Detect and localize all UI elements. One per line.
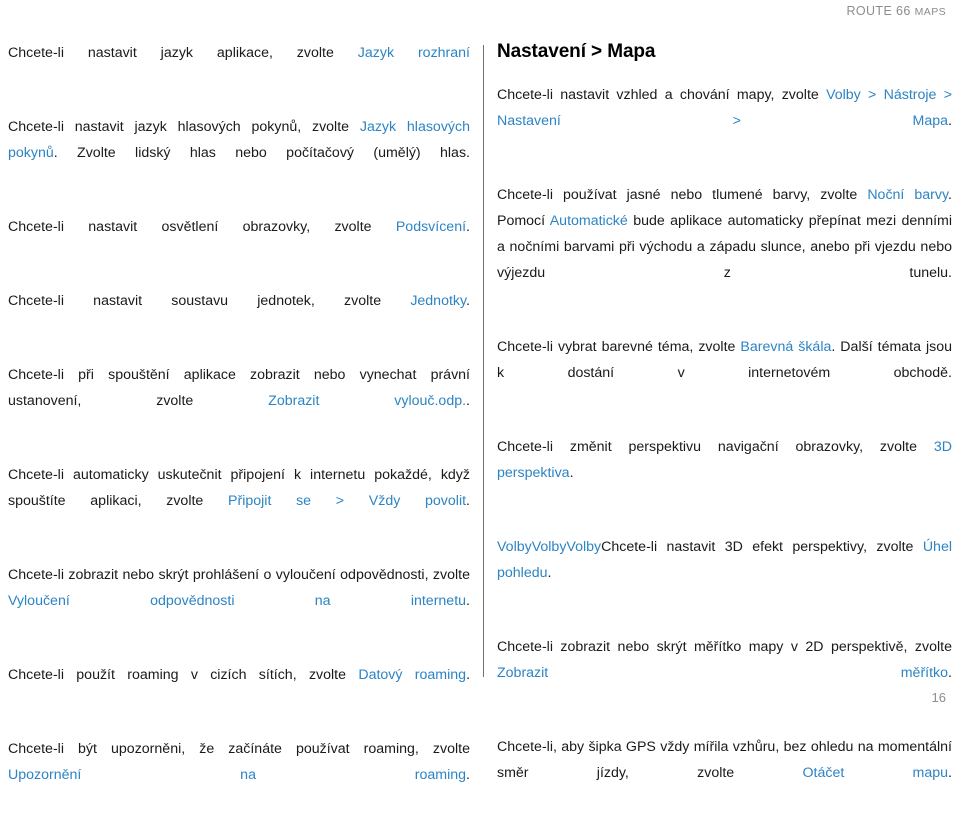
paragraph-text: . bbox=[948, 665, 952, 681]
paragraph-text: . Zvolte lidský hlas nebo počítačový (um… bbox=[53, 145, 470, 161]
setting-link[interactable]: Automatické bbox=[550, 213, 628, 229]
paragraph-voice-language: Chcete-li nastavit jazyk hlasových pokyn… bbox=[8, 114, 470, 192]
paragraph-data-roaming: Chcete-li použít roaming v cizích sítích… bbox=[8, 662, 470, 714]
paragraph-text: Chcete-li zobrazit nebo skrýt prohlášení… bbox=[8, 567, 470, 583]
paragraph-text: Chcete-li změnit perspektivu navigační o… bbox=[497, 439, 934, 455]
paragraph-text: . bbox=[569, 465, 574, 481]
paragraph-units: Chcete-li nastavit soustavu jednotek, zv… bbox=[8, 288, 470, 340]
paragraph-text: . bbox=[466, 767, 470, 783]
setting-link[interactable]: Vyloučení odpovědnosti na internetu bbox=[8, 593, 466, 609]
paragraph-text: . bbox=[466, 593, 470, 609]
paragraph-interface-language: Chcete-li nastavit jazyk aplikace, zvolt… bbox=[8, 40, 470, 92]
paragraph-text: . bbox=[466, 219, 470, 235]
paragraph-text: . bbox=[948, 765, 952, 781]
paragraph-rotate-map: Chcete-li, aby šipka GPS vždy mířila vzh… bbox=[497, 734, 952, 812]
paragraph-text: Chcete-li nastavit jazyk aplikace, zvolt… bbox=[8, 45, 358, 61]
paragraph-show-scale: Chcete-li zobrazit nebo skrýt měřítko ma… bbox=[497, 634, 952, 712]
paragraph-text: Chcete-li nastavit vzhled a chování mapy… bbox=[497, 87, 827, 103]
paragraph-text: Chcete-li nastavit 3D efekt perspektivy,… bbox=[601, 539, 923, 555]
setting-link[interactable]: Jednotky bbox=[410, 293, 466, 309]
setting-link[interactable]: Datový roaming bbox=[358, 667, 466, 683]
setting-link[interactable]: Zobrazit měřítko bbox=[497, 665, 948, 681]
paragraph-online-disclaimer: Chcete-li zobrazit nebo skrýt prohlášení… bbox=[8, 562, 470, 640]
paragraph-backlight: Chcete-li nastavit osvětlení obrazovky, … bbox=[8, 214, 470, 266]
page-title: Nastavení > Mapa bbox=[497, 41, 656, 62]
paragraph-text: Chcete-li být upozorněni, že začínáte po… bbox=[8, 741, 470, 757]
paragraph-night-colors: Chcete-li používat jasné nebo tlumené ba… bbox=[497, 182, 952, 312]
paragraph-text: . bbox=[948, 113, 952, 129]
paragraph-map-appearance: Chcete-li nastavit vzhled a chování mapy… bbox=[497, 82, 952, 160]
left-column: Chcete-li nastavit jazyk aplikace, zvolt… bbox=[8, 40, 470, 814]
paragraph-text: Chcete-li zobrazit nebo skrýt měřítko ma… bbox=[497, 639, 952, 655]
brand-name-secondary: MAPS bbox=[914, 6, 946, 18]
brand-name-primary: ROUTE 66 bbox=[846, 4, 915, 18]
paragraph-text: Chcete-li nastavit osvětlení obrazovky, … bbox=[8, 219, 396, 235]
setting-link[interactable]: Upozornění na roaming bbox=[8, 767, 466, 783]
paragraph-text: . bbox=[466, 393, 470, 409]
setting-link[interactable]: VolbyVolbyVolby bbox=[497, 539, 601, 555]
column-divider bbox=[483, 45, 484, 677]
setting-link[interactable]: Noční barvy bbox=[867, 187, 948, 203]
left-column-paragraphs: Chcete-li nastavit jazyk aplikace, zvolt… bbox=[8, 40, 470, 814]
paragraph-legal-disclaimer: Chcete-li při spouštění aplikace zobrazi… bbox=[8, 362, 470, 440]
setting-link[interactable]: Jazyk rozhraní bbox=[358, 45, 470, 61]
right-column-paragraphs: Chcete-li nastavit vzhled a chování mapy… bbox=[497, 82, 952, 812]
paragraph-text: Chcete-li použít roaming v cizích sítích… bbox=[8, 667, 359, 683]
setting-link[interactable]: Barevná škála bbox=[740, 339, 831, 355]
page-number: 16 bbox=[931, 690, 946, 705]
paragraph-auto-connect: Chcete-li automaticky uskutečnit připoje… bbox=[8, 462, 470, 540]
setting-link[interactable]: Otáčet mapu bbox=[802, 765, 948, 781]
running-header: ROUTE 66 MAPS bbox=[0, 0, 946, 22]
setting-link[interactable]: Připojit se > Vždy povolit bbox=[228, 493, 466, 509]
setting-link[interactable]: Zobrazit vylouč.odp. bbox=[268, 393, 466, 409]
paragraph-text: Chcete-li vybrat barevné téma, zvolte bbox=[497, 339, 741, 355]
paragraph-color-scheme: Chcete-li vybrat barevné téma, zvolte Ba… bbox=[497, 334, 952, 412]
right-column: Nastavení > Mapa Chcete-li nastavit vzhl… bbox=[497, 40, 952, 812]
paragraph-text: . bbox=[547, 565, 552, 581]
setting-link[interactable]: Podsvícení bbox=[396, 219, 466, 235]
paragraph-roaming-warning: Chcete-li být upozorněni, že začínáte po… bbox=[8, 736, 470, 814]
paragraph-text: . bbox=[466, 667, 471, 683]
paragraph-text: Chcete-li nastavit jazyk hlasových pokyn… bbox=[8, 119, 360, 135]
paragraph-text: . bbox=[466, 293, 470, 309]
page-body: Chcete-li nastavit jazyk aplikace, zvolt… bbox=[0, 40, 960, 783]
paragraph-3d-perspective: Chcete-li změnit perspektivu navigační o… bbox=[497, 434, 952, 512]
paragraph-view-angle: VolbyVolbyVolbyChcete-li nastavit 3D efe… bbox=[497, 534, 952, 612]
paragraph-text: Chcete-li nastavit soustavu jednotek, zv… bbox=[8, 293, 411, 309]
paragraph-text: . bbox=[466, 493, 470, 509]
paragraph-text: Chcete-li používat jasné nebo tlumené ba… bbox=[497, 187, 868, 203]
